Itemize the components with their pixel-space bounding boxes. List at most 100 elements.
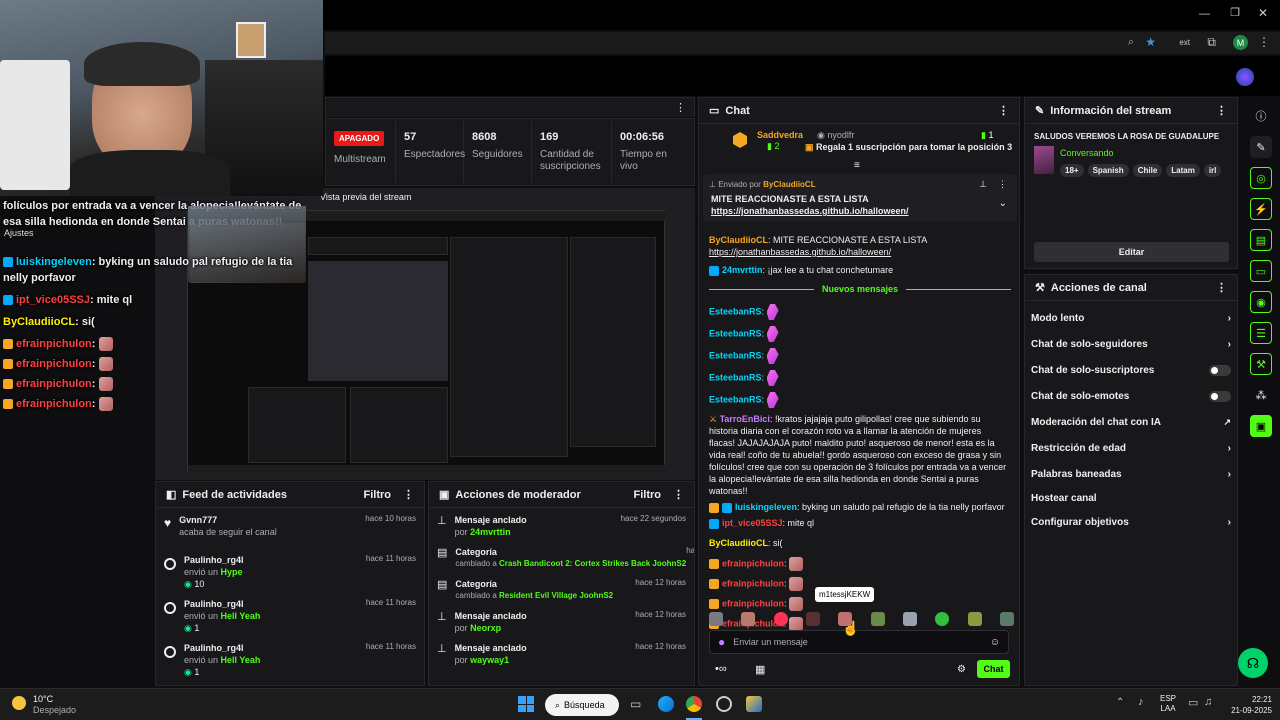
wrench-icon: ⚒	[1035, 282, 1045, 294]
taskbar-search[interactable]: ⌕ Búsqueda	[545, 694, 619, 716]
unpin-icon[interactable]: ⊥	[979, 179, 987, 190]
emote-icon[interactable]	[935, 612, 950, 626]
extensions-label[interactable]: ext	[1179, 38, 1190, 47]
support-headset-icon[interactable]: ☊	[1238, 648, 1268, 678]
chat-more-icon[interactable]: ⋮	[998, 104, 1009, 117]
network-icon[interactable]: ▭	[1188, 696, 1198, 709]
profile-avatar[interactable]: M	[1233, 35, 1248, 50]
volume-icon[interactable]: ♫	[1204, 696, 1212, 708]
send-chat-button[interactable]: Chat	[977, 660, 1010, 678]
chat-message: EsteebanRS:	[699, 367, 1017, 389]
chat-settings-gear-icon[interactable]: ⚙	[957, 664, 966, 675]
right-tool-sidebar: ⓘ ✎ ◎ ⚡ ▤ ▭ ◉ ☰ ⚒ ⁂ ▣	[1242, 96, 1280, 686]
chat-input-placeholder[interactable]: Enviar un mensaje	[733, 637, 990, 647]
info-icon[interactable]: ⓘ	[1250, 105, 1272, 127]
mod-filter-button[interactable]: Filtro	[634, 489, 662, 501]
face-emote	[98, 357, 113, 372]
menu-emotes-only[interactable]: Chat de solo-emotes	[1025, 383, 1237, 409]
emote-icon[interactable]	[709, 612, 723, 626]
activity-item: Paulinho_rg4l envió un Hell Yeah ◉ 1 hace …	[156, 636, 424, 680]
list-icon[interactable]: ☰	[1250, 322, 1272, 344]
restore-icon[interactable]: ❐	[1230, 6, 1240, 19]
kick-logo-icon[interactable]: ▣	[1250, 415, 1272, 437]
edit-icon[interactable]: ✎	[1250, 136, 1272, 158]
tools-icon[interactable]: ⚒	[1250, 353, 1272, 375]
bookmark-star-icon[interactable]: ★	[1145, 35, 1156, 49]
minimize-icon[interactable]: —	[1199, 8, 1210, 20]
chrome-icon[interactable]	[686, 696, 702, 712]
tray-chevron-icon[interactable]: ⌃	[1116, 697, 1124, 708]
mic-tray-icon[interactable]: ♪	[1138, 696, 1144, 708]
emoji-icon[interactable]: ☺	[990, 637, 1000, 648]
windows-start-icon[interactable]	[518, 696, 534, 712]
menu-subs-only[interactable]: Chat de solo-suscriptores	[1025, 357, 1237, 383]
category-icon: ▤	[437, 579, 448, 591]
edit-button[interactable]: Editar	[1034, 242, 1229, 262]
category-icon: ▤	[437, 547, 448, 559]
document-icon[interactable]: ▤	[1250, 229, 1272, 251]
emote-icon[interactable]	[967, 612, 982, 626]
emote-tooltip: m1tessjKEKW	[815, 587, 875, 602]
clock[interactable]: 22:21 21-09-2025	[1222, 694, 1272, 716]
kicks-infinity-icon[interactable]: •∞	[715, 663, 727, 675]
sub-badge-icon	[3, 295, 13, 306]
chat-title: Chat	[725, 104, 750, 117]
emotes-only-toggle[interactable]	[1209, 390, 1231, 402]
broadcast-icon[interactable]: ◉	[1250, 291, 1272, 313]
channel-actions-more-icon[interactable]: ⋮	[1216, 281, 1227, 294]
stream-info-more-icon[interactable]: ⋮	[1216, 104, 1227, 117]
chat-icon[interactable]: ▭	[1250, 260, 1272, 282]
emote-icon[interactable]	[999, 612, 1014, 626]
menu-age-restriction[interactable]: Restricción de edad ›	[1025, 435, 1237, 461]
expand-chevron-icon[interactable]: ⌄	[999, 198, 1007, 209]
collapse-icon[interactable]: ≡	[854, 160, 860, 171]
emote-icon[interactable]	[773, 612, 788, 626]
crown-badge-icon	[3, 399, 13, 410]
stats-more-icon[interactable]: ⋮	[675, 101, 686, 114]
chat-link[interactable]: https://jonathanbassedas.github.io/hallo…	[709, 247, 891, 257]
address-bar[interactable]: ⌕ ★ ext ⧉ M ⋮	[325, 32, 1280, 54]
category-thumbnail	[1034, 146, 1054, 174]
edge-icon[interactable]	[658, 696, 674, 712]
activity-filter-button[interactable]: Filtro	[364, 489, 392, 501]
pinned-more-icon[interactable]: ⋮	[998, 179, 1007, 190]
weather-moon-icon[interactable]	[12, 696, 26, 710]
puzzle-icon[interactable]: ⧉	[1207, 35, 1216, 50]
lightning-icon[interactable]: ⚡	[1250, 198, 1272, 220]
mod-more-icon[interactable]: ⋮	[673, 488, 684, 501]
crown-badge-icon	[3, 379, 13, 390]
overlay-chat-line: ipt_vice05SSJ: mite ql	[3, 292, 303, 308]
zoom-icon[interactable]: ⌕	[1128, 36, 1134, 49]
obs-icon[interactable]	[716, 696, 732, 712]
user-avatar[interactable]	[1236, 68, 1254, 86]
language-indicator[interactable]: ESP LAA	[1160, 694, 1176, 714]
menu-host-channel[interactable]: Hostear canal	[1025, 487, 1237, 509]
emote-icon[interactable]	[902, 612, 917, 626]
camera-icon[interactable]: ◎	[1250, 167, 1272, 189]
emote-icon[interactable]	[805, 612, 820, 626]
emote-icon[interactable]	[870, 612, 885, 626]
task-view-icon[interactable]: ▭	[630, 697, 641, 711]
category-name[interactable]: Conversando	[1060, 148, 1114, 158]
menu-configure-goals[interactable]: Configurar objetivos ›	[1025, 509, 1237, 535]
app-icon[interactable]	[746, 696, 762, 712]
live-time-label: Tiempo en vivo	[620, 149, 667, 172]
pinned-link[interactable]: https://jonathanbassedas.github.io/hallo…	[711, 206, 909, 216]
multistream-label[interactable]: Multistream	[334, 154, 387, 166]
activity-more-icon[interactable]: ⋮	[403, 488, 414, 501]
menu-slow-mode[interactable]: Modo lento ›	[1025, 305, 1237, 331]
share-icon[interactable]: ⁂	[1250, 384, 1272, 406]
subs-only-toggle[interactable]	[1209, 364, 1231, 376]
menu-followers-only[interactable]: Chat de solo-seguidores ›	[1025, 331, 1237, 357]
close-window-icon[interactable]: ✕	[1258, 6, 1268, 20]
new-messages-divider[interactable]: Nuevos mensajes	[709, 284, 1012, 294]
weather-widget[interactable]: 10°C Despejado	[33, 694, 76, 716]
pin-icon: ⊥	[437, 611, 447, 623]
browser-menu-icon[interactable]: ⋮	[1258, 35, 1270, 49]
menu-banned-words[interactable]: Palabras baneadas ›	[1025, 461, 1237, 487]
emote-icon[interactable]	[741, 612, 756, 626]
settings-label[interactable]: Ajustes	[4, 228, 34, 238]
mic-icon[interactable]: ●	[718, 635, 725, 649]
gift-shop-icon[interactable]: ▦	[755, 663, 765, 676]
menu-ai-moderation[interactable]: Moderación del chat con IA ↗	[1025, 409, 1237, 435]
